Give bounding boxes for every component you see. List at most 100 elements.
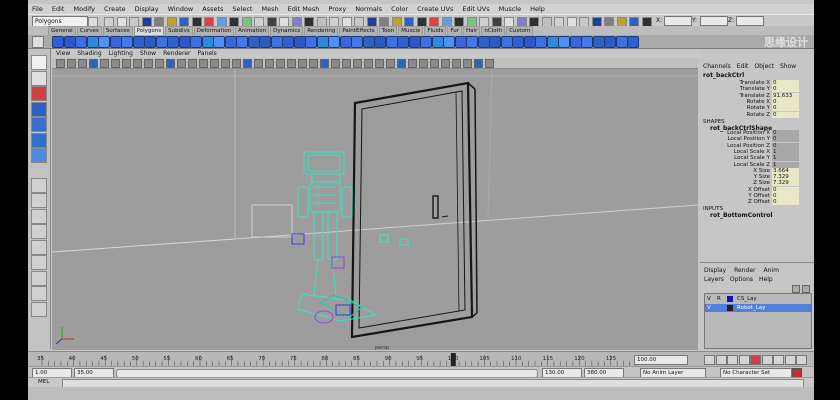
panel-tool-icon[interactable] (210, 59, 219, 68)
layer-mode-display[interactable]: Display (704, 267, 726, 274)
shelf-tab-muscle[interactable]: Muscle (398, 26, 424, 35)
layer-row[interactable]: V R CS_Lay (705, 295, 811, 303)
shelf-tool-icon[interactable] (466, 36, 478, 48)
shelf-tool-icon[interactable] (339, 36, 352, 48)
shelf-tool-icon[interactable] (201, 36, 214, 48)
channel-value[interactable]: 1 (772, 155, 799, 162)
menu-display[interactable]: Display (135, 5, 159, 13)
channel-value[interactable]: 0 (772, 98, 799, 105)
panel-tool-icon[interactable] (155, 59, 164, 68)
shelf-tab-toon[interactable]: Toon (378, 26, 398, 35)
panel-tool-icon[interactable] (111, 59, 120, 68)
layout-custom-icon[interactable] (31, 301, 47, 317)
panel-tool-icon[interactable] (100, 59, 109, 68)
playhead[interactable] (450, 353, 456, 366)
menu-help[interactable]: Help (530, 5, 545, 13)
shelf-tab-fur[interactable]: Fur (447, 26, 463, 35)
shelf-tool-icon[interactable] (63, 36, 76, 48)
shelf-tool-icon[interactable] (236, 36, 248, 48)
channel-value[interactable]: 3.664 (772, 167, 799, 174)
layer-color-swatch[interactable] (727, 305, 733, 311)
shelf-tool-icon[interactable] (52, 36, 64, 48)
panel-tool-icon[interactable] (474, 59, 483, 68)
panel-tool-icon[interactable] (408, 59, 417, 68)
channel-value[interactable]: 1 (772, 161, 799, 168)
shelf-tool-icon[interactable] (627, 36, 639, 48)
layout-outliner-icon[interactable] (31, 239, 47, 255)
shelf-tool-icon[interactable] (362, 36, 375, 48)
layer-menu-help[interactable]: Help (759, 276, 773, 283)
menu-modify[interactable]: Modify (73, 5, 95, 13)
menu-edit-uvs[interactable]: Edit UVs (462, 5, 489, 13)
shelf-options-icon[interactable] (32, 36, 44, 48)
shelf-tab-dynamics[interactable]: Dynamics (270, 26, 304, 35)
layer-row[interactable]: V Robot_Lay (705, 304, 811, 312)
shelf-tool-icon[interactable] (167, 36, 179, 48)
shelf-tool-icon[interactable] (477, 36, 490, 48)
play-forward-icon[interactable] (761, 355, 773, 365)
layout-four-icon[interactable] (31, 208, 47, 224)
panel-menu-lighting[interactable]: Lighting (109, 49, 133, 58)
shelf-tool-icon[interactable] (316, 36, 329, 48)
panel-tool-icon[interactable] (386, 59, 395, 68)
panel-tool-icon[interactable] (265, 59, 274, 68)
shelf-tab-subdivs[interactable]: Subdivs (165, 26, 193, 35)
shelf-tool-icon[interactable] (443, 36, 455, 48)
shelf-tool-icon[interactable] (489, 36, 501, 48)
channel-value[interactable]: 0 (772, 111, 799, 118)
shelf-tool-icon[interactable] (523, 36, 536, 48)
panel-tool-icon[interactable] (353, 59, 362, 68)
channel-value[interactable]: 0 (772, 136, 799, 143)
shelf-tool-icon[interactable] (546, 36, 559, 48)
shelf-tool-icon[interactable] (431, 36, 444, 48)
shelf-tab-ncloth[interactable]: nCloth (481, 26, 506, 35)
show-manipulator-icon[interactable] (31, 177, 47, 193)
shelf-tool-icon[interactable] (374, 36, 386, 48)
perspective-viewport[interactable]: persp (51, 68, 699, 351)
shelf-tool-icon[interactable] (500, 36, 513, 48)
panel-tool-icon[interactable] (89, 59, 98, 68)
shelf-tool-icon[interactable] (293, 36, 306, 48)
panel-menu-panels[interactable]: Panels (197, 49, 216, 58)
panel-tool-icon[interactable] (144, 59, 153, 68)
shelf-tool-icon[interactable] (270, 36, 283, 48)
shelf-tool-icon[interactable] (224, 36, 237, 48)
shelf-tool-icon[interactable] (132, 36, 145, 48)
field-x-input[interactable] (664, 16, 692, 26)
menu-color[interactable]: Color (391, 5, 408, 13)
go-start-icon[interactable] (704, 355, 715, 365)
channel-value[interactable]: 0 (772, 105, 799, 112)
channel-value[interactable]: 0 (772, 142, 799, 149)
menu-edit[interactable]: Edit (52, 5, 65, 13)
layer-menu-options[interactable]: Options (730, 276, 753, 283)
panel-tool-icon[interactable] (441, 59, 450, 68)
layer-reference-toggle[interactable]: R (717, 295, 721, 303)
panel-tool-icon[interactable] (364, 59, 373, 68)
shelf-tool-icon[interactable] (247, 36, 260, 48)
go-end-icon[interactable] (796, 355, 807, 365)
move-tool-icon[interactable] (31, 101, 47, 117)
step-forward-key-icon[interactable] (784, 355, 796, 365)
panel-menu-renderer[interactable]: Renderer (163, 49, 190, 58)
panel-menu-view[interactable]: View (56, 49, 70, 58)
channel-value[interactable]: 0 (772, 193, 799, 199)
menu-mesh[interactable]: Mesh (261, 5, 278, 13)
shelf-tool-icon[interactable] (259, 36, 271, 48)
shelf-tool-icon[interactable] (190, 36, 202, 48)
shelf-tool-icon[interactable] (351, 36, 363, 48)
channel-value[interactable]: 0 (772, 186, 799, 193)
panel-tool-icon[interactable] (232, 59, 241, 68)
play-back-icon[interactable] (738, 355, 750, 365)
layer-color-swatch[interactable] (727, 296, 733, 302)
shelf-tab-animation[interactable]: Animation (235, 26, 270, 35)
shelf-tool-icon[interactable] (213, 36, 225, 48)
panel-tool-icon[interactable] (452, 59, 461, 68)
panel-tool-icon[interactable] (430, 59, 439, 68)
channel-value[interactable]: 7.329 (772, 174, 799, 181)
panel-tool-icon[interactable] (375, 59, 384, 68)
panel-tool-icon[interactable] (419, 59, 428, 68)
shelf-tool-icon[interactable] (155, 36, 168, 48)
panel-menu-show[interactable]: Show (140, 49, 156, 58)
panel-tool-icon[interactable] (463, 59, 472, 68)
panel-tool-icon[interactable] (78, 59, 87, 68)
